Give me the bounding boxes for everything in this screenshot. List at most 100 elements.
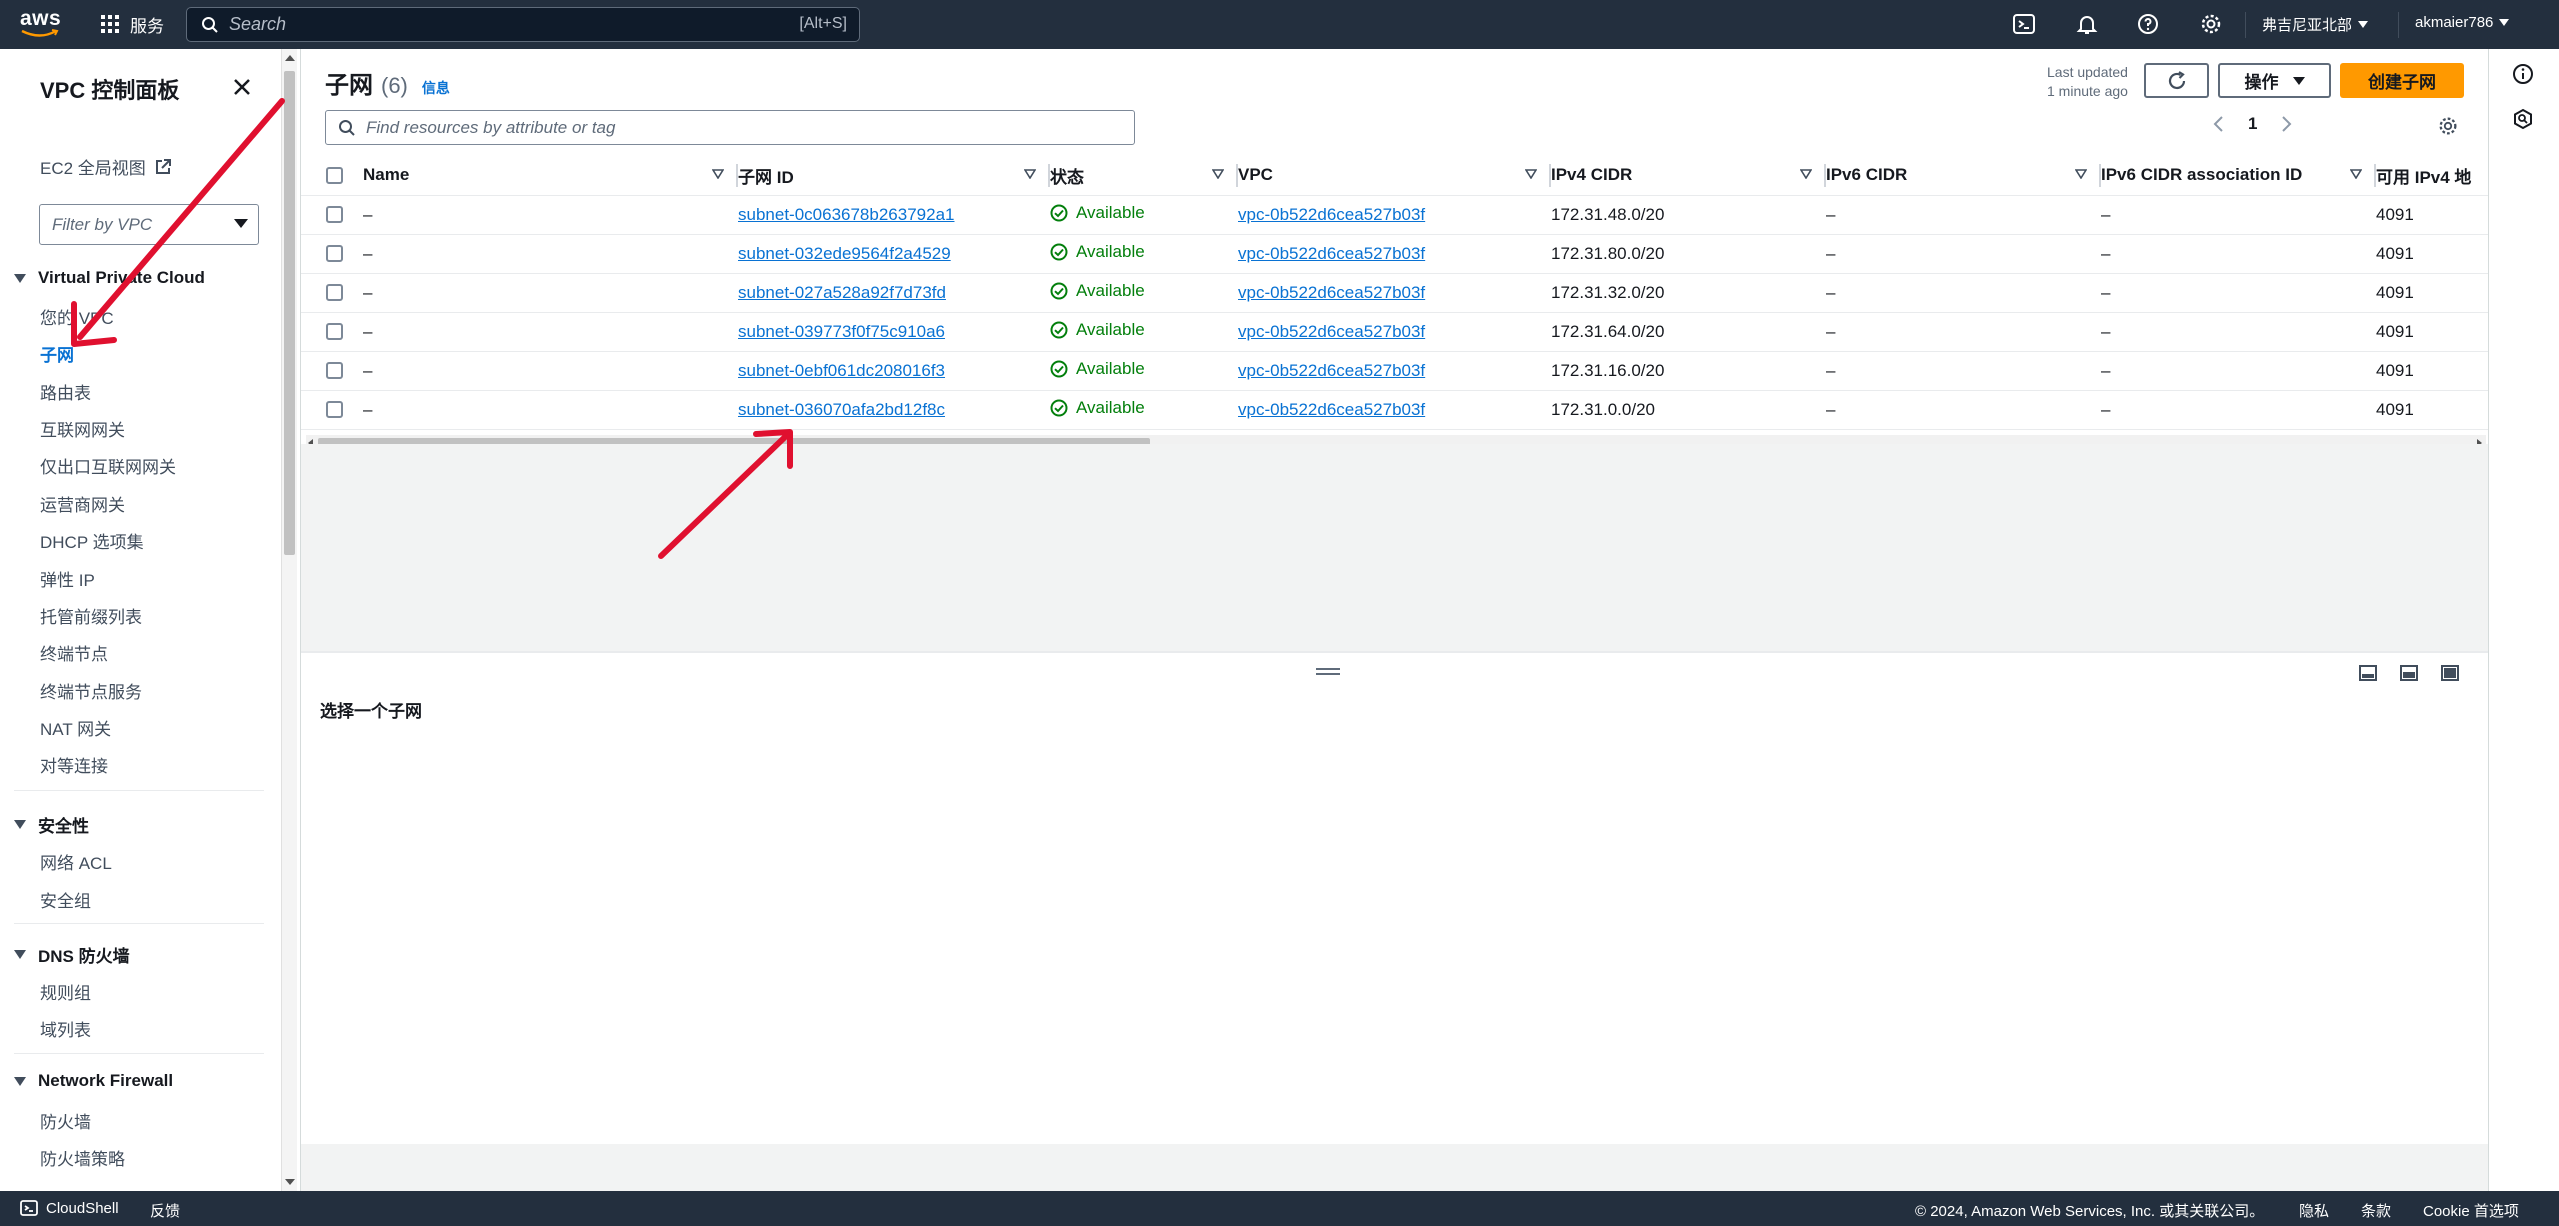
sidebar-item-your-vpcs[interactable]: 您的 VPC [40, 304, 114, 329]
row-checkbox[interactable] [326, 362, 343, 379]
sidebar-section-vpc[interactable]: Virtual Private Cloud [14, 268, 205, 288]
subnet-id-link[interactable]: subnet-0ebf061dc208016f3 [738, 361, 945, 380]
resource-explorer-icon[interactable] [2512, 108, 2534, 130]
chevron-right-icon[interactable] [2281, 115, 2293, 133]
cloudshell-button[interactable]: CloudShell [20, 1199, 119, 1217]
sidebar-item-route-tables[interactable]: 路由表 [40, 379, 91, 404]
sidebar-item-carrier-gateways[interactable]: 运营商网关 [40, 491, 125, 516]
refresh-button[interactable] [2144, 63, 2209, 98]
sidebar-item-endpoints[interactable]: 终端节点 [40, 640, 108, 665]
cell-vpc: vpc-0b522d6cea527b03f [1238, 390, 1551, 430]
column-header-name[interactable]: Name [363, 156, 738, 196]
sidebar-scrollbar[interactable] [281, 49, 297, 1191]
account-menu[interactable]: akmaier786 [2415, 14, 2510, 31]
scroll-up-arrow[interactable] [285, 55, 295, 61]
ec2-global-view-label: EC2 全局视图 [40, 159, 146, 178]
sidebar-item-egress-only-igw[interactable]: 仅出口互联网网关 [40, 453, 176, 478]
page-number[interactable]: 1 [2248, 114, 2257, 134]
split-panel-resize-handle[interactable] [1316, 668, 1340, 676]
column-header-ipv6-association-id[interactable]: IPv6 CIDR association ID [2101, 156, 2376, 196]
subnet-id-link[interactable]: subnet-036070afa2bd12f8c [738, 400, 945, 419]
table-row[interactable]: – subnet-027a528a92f7d73fd Available vpc… [300, 273, 2488, 313]
row-checkbox[interactable] [326, 401, 343, 418]
sidebar-item-firewalls[interactable]: 防火墙 [40, 1108, 91, 1133]
sidebar-section-network-firewall[interactable]: Network Firewall [14, 1071, 173, 1091]
subnet-id-link[interactable]: subnet-039773f0f75c910a6 [738, 322, 945, 341]
table-row[interactable]: – subnet-039773f0f75c910a6 Available vpc… [300, 312, 2488, 352]
sidebar-item-elastic-ips[interactable]: 弹性 IP [40, 566, 95, 591]
split-panel-half-icon[interactable] [2399, 663, 2419, 683]
sidebar-section-security[interactable]: 安全性 [14, 812, 89, 837]
chevron-left-icon[interactable] [2212, 115, 2224, 133]
sidebar-item-nat-gateways[interactable]: NAT 网关 [40, 715, 111, 740]
global-search-input[interactable] [229, 14, 749, 35]
terms-link[interactable]: 条款 [2361, 1200, 2391, 1221]
column-header-vpc[interactable]: VPC [1238, 156, 1551, 196]
split-panel-divider[interactable] [300, 651, 2488, 653]
row-checkbox[interactable] [326, 284, 343, 301]
aws-logo[interactable]: aws [20, 8, 64, 40]
table-row[interactable]: – subnet-036070afa2bd12f8c Available vpc… [300, 390, 2488, 430]
close-icon[interactable] [230, 75, 254, 99]
settings-gear-icon[interactable] [2199, 12, 2223, 36]
region-selector[interactable]: 弗吉尼亚北部 [2262, 14, 2369, 35]
create-subnet-button[interactable]: 创建子网 [2340, 63, 2464, 98]
vpc-filter-select[interactable]: Filter by VPC [39, 204, 259, 245]
sidebar-item-domain-lists[interactable]: 域列表 [40, 1016, 91, 1041]
feedback-link[interactable]: 反馈 [150, 1200, 180, 1221]
resource-filter-box[interactable] [325, 110, 1135, 145]
info-link[interactable]: 信息 [422, 78, 450, 98]
cloudshell-icon[interactable] [2012, 12, 2036, 36]
table-preferences-gear-icon[interactable] [2437, 115, 2459, 137]
resource-filter-input[interactable] [366, 117, 1106, 138]
sidebar-item-endpoint-services[interactable]: 终端节点服务 [40, 678, 142, 703]
cell-subnet-id: subnet-039773f0f75c910a6 [738, 312, 1050, 352]
subnet-id-link[interactable]: subnet-032ede9564f2a4529 [738, 244, 951, 263]
sidebar-item-rule-groups[interactable]: 规则组 [40, 979, 91, 1004]
info-panel-icon[interactable] [2512, 63, 2534, 85]
sidebar-item-network-acls[interactable]: 网络 ACL [40, 849, 112, 874]
column-header-ipv6-cidr[interactable]: IPv6 CIDR [1826, 156, 2101, 196]
search-icon [202, 16, 218, 33]
sidebar-item-firewall-policies[interactable]: 防火墙策略 [40, 1145, 125, 1170]
sidebar-item-subnets[interactable]: 子网 [40, 341, 74, 366]
sidebar-item-security-groups[interactable]: 安全组 [40, 887, 91, 912]
vpc-id-link[interactable]: vpc-0b522d6cea527b03f [1238, 205, 1425, 224]
row-checkbox[interactable] [326, 323, 343, 340]
scroll-down-arrow[interactable] [285, 1179, 295, 1185]
vpc-id-link[interactable]: vpc-0b522d6cea527b03f [1238, 283, 1425, 302]
services-menu-button[interactable]: 服务 [100, 10, 164, 38]
table-row[interactable]: – subnet-0ebf061dc208016f3 Available vpc… [300, 351, 2488, 391]
ec2-global-view-link[interactable]: EC2 全局视图 [40, 154, 172, 179]
column-header-state[interactable]: 状态 [1050, 156, 1238, 196]
table-row[interactable]: – subnet-0c063678b263792a1 Available vpc… [300, 195, 2488, 235]
sidebar-item-dhcp-option-sets[interactable]: DHCP 选项集 [40, 528, 144, 553]
vpc-id-link[interactable]: vpc-0b522d6cea527b03f [1238, 322, 1425, 341]
split-panel-full-icon[interactable] [2440, 663, 2460, 683]
table-row[interactable]: – subnet-032ede9564f2a4529 Available vpc… [300, 234, 2488, 274]
subnet-id-link[interactable]: subnet-0c063678b263792a1 [738, 205, 954, 224]
subnet-id-link[interactable]: subnet-027a528a92f7d73fd [738, 283, 946, 302]
row-checkbox[interactable] [326, 245, 343, 262]
sidebar-item-managed-prefix-lists[interactable]: 托管前缀列表 [40, 603, 142, 628]
column-header-available-ipv4[interactable]: 可用 IPv4 地 [2376, 156, 2488, 196]
actions-dropdown-button[interactable]: 操作 [2218, 63, 2331, 98]
vpc-id-link[interactable]: vpc-0b522d6cea527b03f [1238, 244, 1425, 263]
column-header-ipv4-cidr[interactable]: IPv4 CIDR [1551, 156, 1826, 196]
privacy-link[interactable]: 隐私 [2299, 1200, 2329, 1221]
global-search-box[interactable]: [Alt+S] [186, 7, 860, 42]
split-panel-bottom-icon[interactable] [2358, 663, 2378, 683]
row-checkbox[interactable] [326, 206, 343, 223]
scrollbar-thumb[interactable] [284, 71, 295, 555]
sidebar-item-peering-connections[interactable]: 对等连接 [40, 752, 108, 777]
vpc-id-link[interactable]: vpc-0b522d6cea527b03f [1238, 400, 1425, 419]
notifications-bell-icon[interactable] [2075, 12, 2099, 36]
caret-down-icon [2358, 21, 2369, 28]
column-header-subnet-id[interactable]: 子网 ID [738, 156, 1050, 196]
sidebar-section-dns-firewall[interactable]: DNS 防火墙 [14, 942, 130, 967]
vpc-id-link[interactable]: vpc-0b522d6cea527b03f [1238, 361, 1425, 380]
sidebar-item-internet-gateways[interactable]: 互联网网关 [40, 416, 125, 441]
help-icon[interactable] [2136, 12, 2160, 36]
select-all-checkbox[interactable] [326, 166, 343, 184]
cookie-preferences-link[interactable]: Cookie 首选项 [2423, 1200, 2519, 1221]
